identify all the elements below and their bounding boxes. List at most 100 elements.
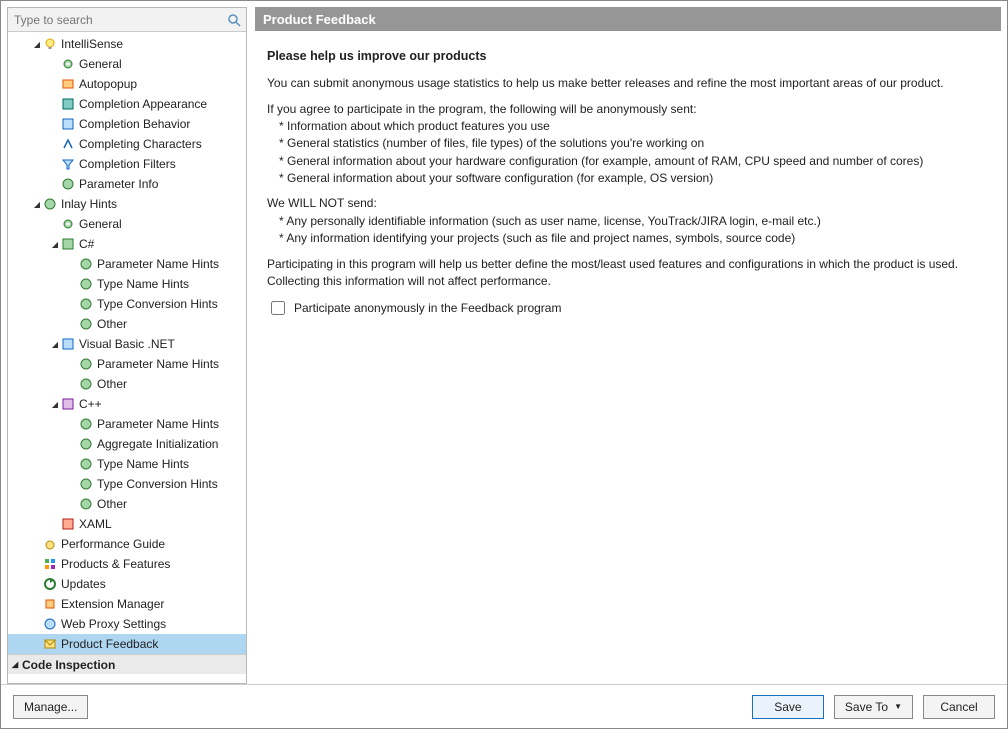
tree-item-cpp[interactable]: ◢ C++ bbox=[8, 394, 246, 414]
content-body: Please help us improve our products You … bbox=[255, 31, 1001, 684]
hint-icon bbox=[78, 416, 94, 432]
param-icon bbox=[60, 176, 76, 192]
cancel-label: Cancel bbox=[940, 700, 977, 714]
chevron-down-icon: ▼ bbox=[894, 702, 902, 711]
tree-item-parameter-info[interactable]: Parameter Info bbox=[8, 174, 246, 194]
save-to-button[interactable]: Save To▼ bbox=[834, 695, 913, 719]
xaml-icon bbox=[60, 516, 76, 532]
envelope-icon bbox=[42, 636, 58, 652]
vb-icon bbox=[60, 336, 76, 352]
content-title-bar: Product Feedback bbox=[255, 7, 1001, 31]
tree-item-completion-behavior[interactable]: Completion Behavior bbox=[8, 114, 246, 134]
tree-label: General bbox=[79, 57, 122, 71]
appearance-icon bbox=[60, 96, 76, 112]
tree-item-cpp-param[interactable]: Parameter Name Hints bbox=[8, 414, 246, 434]
hint-icon bbox=[78, 376, 94, 392]
tree-item-vb-other[interactable]: Other bbox=[8, 374, 246, 394]
content-pane: Product Feedback Please help us improve … bbox=[255, 7, 1001, 684]
tree-label: Other bbox=[97, 317, 127, 331]
tree-label: Autopopup bbox=[79, 77, 137, 91]
grid-icon bbox=[42, 556, 58, 572]
tree-item-vbnet[interactable]: ◢ Visual Basic .NET bbox=[8, 334, 246, 354]
behavior-icon bbox=[60, 116, 76, 132]
tree-item-general[interactable]: General bbox=[8, 54, 246, 74]
tree-item-cpp-typename[interactable]: Type Name Hints bbox=[8, 454, 246, 474]
tree-item-cs-other[interactable]: Other bbox=[8, 314, 246, 334]
tree-item-prod-feat[interactable]: Products & Features bbox=[8, 554, 246, 574]
bullet-3: * General information about your hardwar… bbox=[267, 153, 989, 170]
search-input[interactable] bbox=[12, 12, 226, 28]
tree-item-xaml[interactable]: XAML bbox=[8, 514, 246, 534]
tree-item-cs-typename[interactable]: Type Name Hints bbox=[8, 274, 246, 294]
tree-item-completion-appearance[interactable]: Completion Appearance bbox=[8, 94, 246, 114]
manage-label: Manage... bbox=[24, 700, 77, 714]
tree-item-intellisense[interactable]: ◢ IntelliSense bbox=[8, 34, 246, 54]
tree-label: Inlay Hints bbox=[61, 197, 117, 211]
button-bar: Manage... Save Save To▼ Cancel bbox=[1, 684, 1007, 728]
filter-icon bbox=[60, 156, 76, 172]
section-label: Code Inspection bbox=[22, 658, 115, 672]
cpp-icon bbox=[60, 396, 76, 412]
participate-checkbox[interactable] bbox=[271, 301, 285, 315]
tree-item-autopopup[interactable]: Autopopup bbox=[8, 74, 246, 94]
tree-item-cpp-typeconv[interactable]: Type Conversion Hints bbox=[8, 474, 246, 494]
tree-label: Product Feedback bbox=[61, 637, 158, 651]
tree-item-completion-filters[interactable]: Completion Filters bbox=[8, 154, 246, 174]
tree-item-cs-param[interactable]: Parameter Name Hints bbox=[8, 254, 246, 274]
bullet-1: * Information about which product featur… bbox=[267, 118, 989, 135]
tree-item-completing-chars[interactable]: Completing Characters bbox=[8, 134, 246, 154]
manage-button[interactable]: Manage... bbox=[13, 695, 88, 719]
hint-icon bbox=[78, 456, 94, 472]
globe-icon bbox=[42, 616, 58, 632]
snail-icon bbox=[42, 536, 58, 552]
gear-icon bbox=[60, 56, 76, 72]
sidebar: ◢ IntelliSense General Autopopup Complet… bbox=[7, 7, 247, 684]
tree-label: Performance Guide bbox=[61, 537, 165, 551]
tree-label: Type Conversion Hints bbox=[97, 477, 218, 491]
plugin-icon bbox=[42, 596, 58, 612]
tree-label: Products & Features bbox=[61, 557, 170, 571]
tree-label: Aggregate Initialization bbox=[97, 437, 218, 451]
tree-label: C++ bbox=[79, 397, 102, 411]
content-p3: We WILL NOT send: bbox=[267, 195, 989, 212]
tree-item-ext-mgr[interactable]: Extension Manager bbox=[8, 594, 246, 614]
hint-icon bbox=[78, 496, 94, 512]
caret-expanded-icon: ◢ bbox=[50, 240, 60, 249]
tree-label: Parameter Info bbox=[79, 177, 158, 191]
caret-expanded-icon: ◢ bbox=[32, 40, 42, 49]
tree-item-updates[interactable]: Updates bbox=[8, 574, 246, 594]
content-p2: If you agree to participate in the progr… bbox=[267, 101, 989, 118]
tree-label: Completing Characters bbox=[79, 137, 202, 151]
tree-label: Other bbox=[97, 377, 127, 391]
tree-label: Extension Manager bbox=[61, 597, 164, 611]
section-code-inspection[interactable]: ◢ Code Inspection bbox=[8, 654, 246, 674]
hint-icon bbox=[78, 356, 94, 372]
tree-item-product-feedback[interactable]: Product Feedback bbox=[8, 634, 246, 654]
caret-expanded-icon: ◢ bbox=[50, 400, 60, 409]
tree-item-cpp-other[interactable]: Other bbox=[8, 494, 246, 514]
tree-item-cpp-agg[interactable]: Aggregate Initialization bbox=[8, 434, 246, 454]
tree-label: Parameter Name Hints bbox=[97, 417, 219, 431]
tree-item-inlay-hints[interactable]: ◢ Inlay Hints bbox=[8, 194, 246, 214]
content-p4: Participating in this program will help … bbox=[267, 256, 989, 291]
tree-label: Type Name Hints bbox=[97, 277, 189, 291]
tree-item-csharp[interactable]: ◢ C# bbox=[8, 234, 246, 254]
hint-icon bbox=[78, 276, 94, 292]
tree-item-web-proxy[interactable]: Web Proxy Settings bbox=[8, 614, 246, 634]
gear-icon bbox=[60, 216, 76, 232]
tree-label: Completion Behavior bbox=[79, 117, 190, 131]
save-button[interactable]: Save bbox=[752, 695, 824, 719]
search-icon[interactable] bbox=[226, 12, 242, 28]
csharp-icon bbox=[60, 236, 76, 252]
tree-label: Parameter Name Hints bbox=[97, 257, 219, 271]
cancel-button[interactable]: Cancel bbox=[923, 695, 995, 719]
chars-icon bbox=[60, 136, 76, 152]
tree-item-vb-param[interactable]: Parameter Name Hints bbox=[8, 354, 246, 374]
content-title: Product Feedback bbox=[263, 12, 376, 27]
popup-icon bbox=[60, 76, 76, 92]
tree-item-ih-general[interactable]: General bbox=[8, 214, 246, 234]
checkbox-label: Participate anonymously in the Feedback … bbox=[294, 300, 561, 317]
tree-item-cs-typeconv[interactable]: Type Conversion Hints bbox=[8, 294, 246, 314]
tree-label: Web Proxy Settings bbox=[61, 617, 166, 631]
tree-item-perf-guide[interactable]: Performance Guide bbox=[8, 534, 246, 554]
